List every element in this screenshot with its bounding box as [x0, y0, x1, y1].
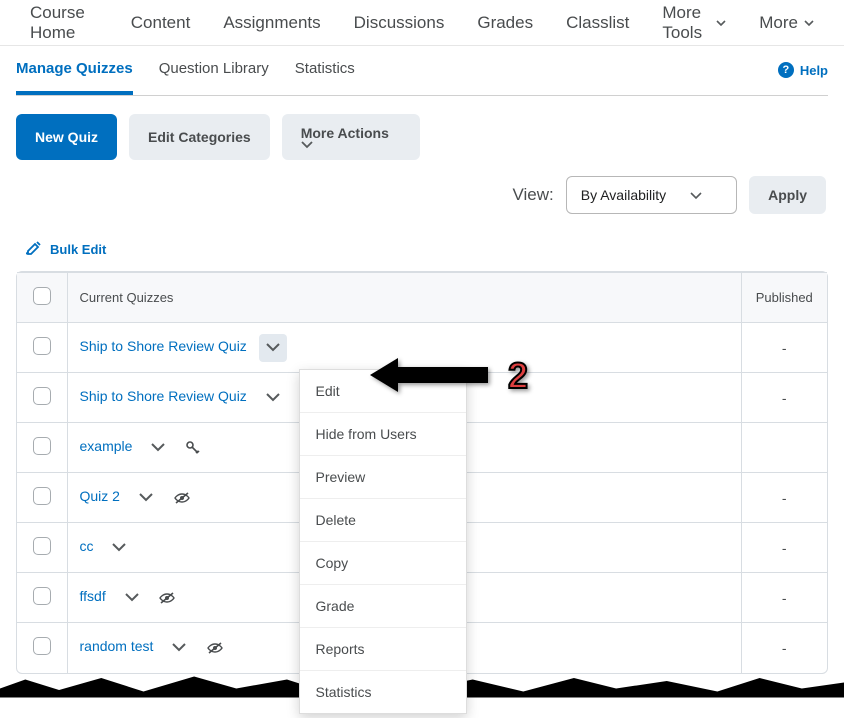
published-cell: -	[741, 473, 827, 523]
chevron-down-icon	[301, 141, 401, 149]
tab-manage-quizzes[interactable]: Manage Quizzes	[16, 60, 133, 95]
top-nav: Course Home Content Assignments Discussi…	[0, 0, 844, 46]
more-actions-button[interactable]: More Actions	[282, 114, 420, 160]
menu-reports[interactable]: Reports	[300, 628, 466, 671]
view-label: View:	[513, 185, 554, 205]
chevron-down-icon	[804, 20, 814, 26]
menu-delete[interactable]: Delete	[300, 499, 466, 542]
nav-classlist[interactable]: Classlist	[552, 0, 643, 45]
published-cell: -	[741, 323, 827, 373]
view-row: View: By Availability Apply	[0, 170, 844, 230]
row-checkbox[interactable]	[33, 387, 51, 405]
action-row: New Quiz Edit Categories More Actions	[0, 96, 844, 170]
apply-button[interactable]: Apply	[749, 176, 826, 214]
row-actions-toggle[interactable]	[144, 434, 172, 462]
row-actions-toggle[interactable]	[165, 634, 193, 662]
quiz-link[interactable]: Quiz 2	[80, 488, 120, 504]
nav-more[interactable]: More	[745, 0, 828, 45]
row-actions-toggle[interactable]	[259, 384, 287, 412]
nav-assignments[interactable]: Assignments	[209, 0, 334, 45]
quiz-table: Current Quizzes Published Ship to Shore …	[16, 271, 828, 674]
edit-categories-button[interactable]: Edit Categories	[129, 114, 270, 160]
published-cell: -	[741, 623, 827, 673]
row-actions-toggle[interactable]	[118, 584, 146, 612]
chevron-down-icon	[690, 187, 702, 203]
select-all-checkbox[interactable]	[33, 287, 51, 305]
quiz-link[interactable]: Ship to Shore Review Quiz	[80, 338, 247, 354]
view-select[interactable]: By Availability	[566, 176, 737, 214]
menu-hide-from-users[interactable]: Hide from Users	[300, 413, 466, 456]
nav-content[interactable]: Content	[117, 0, 205, 45]
tab-statistics[interactable]: Statistics	[295, 60, 355, 95]
quiz-link[interactable]: example	[80, 438, 133, 454]
table-row: Ship to Shore Review Quiz Edit Hide from…	[17, 323, 827, 373]
quiz-link[interactable]: Ship to Shore Review Quiz	[80, 388, 247, 404]
sub-nav: Manage Quizzes Question Library Statisti…	[16, 60, 355, 95]
menu-copy[interactable]: Copy	[300, 542, 466, 585]
nav-discussions[interactable]: Discussions	[340, 0, 459, 45]
column-header-name: Current Quizzes	[67, 273, 741, 323]
key-icon	[186, 441, 200, 455]
new-quiz-button[interactable]: New Quiz	[16, 114, 117, 160]
help-link[interactable]: ? Help	[778, 60, 828, 78]
row-actions-menu: Edit Hide from Users Preview Delete Copy…	[299, 369, 467, 714]
row-actions-toggle[interactable]	[259, 334, 287, 362]
row-checkbox[interactable]	[33, 637, 51, 655]
eye-slash-icon	[174, 492, 190, 504]
row-checkbox[interactable]	[33, 487, 51, 505]
row-checkbox[interactable]	[33, 437, 51, 455]
published-cell: -	[741, 573, 827, 623]
published-cell: -	[741, 523, 827, 573]
quiz-link[interactable]: ffsdf	[80, 588, 106, 604]
published-cell: -	[741, 373, 827, 423]
row-checkbox[interactable]	[33, 337, 51, 355]
quiz-link[interactable]: random test	[80, 638, 154, 654]
nav-grades[interactable]: Grades	[463, 0, 547, 45]
help-icon: ?	[778, 62, 794, 78]
pencil-icon	[26, 240, 42, 259]
row-actions-toggle[interactable]	[132, 484, 160, 512]
eye-slash-icon	[159, 592, 175, 604]
published-cell	[741, 423, 827, 473]
row-actions-toggle[interactable]	[105, 534, 133, 562]
column-header-published: Published	[741, 273, 827, 323]
menu-edit[interactable]: Edit	[300, 370, 466, 413]
chevron-down-icon	[716, 20, 726, 26]
eye-slash-icon	[207, 642, 223, 654]
nav-more-tools[interactable]: More Tools	[648, 0, 740, 45]
quiz-link[interactable]: cc	[80, 538, 94, 554]
tab-question-library[interactable]: Question Library	[159, 60, 269, 95]
row-checkbox[interactable]	[33, 537, 51, 555]
menu-grade[interactable]: Grade	[300, 585, 466, 628]
nav-course-home[interactable]: Course Home	[16, 0, 112, 45]
row-checkbox[interactable]	[33, 587, 51, 605]
bulk-edit-link[interactable]: Bulk Edit	[0, 230, 132, 271]
menu-preview[interactable]: Preview	[300, 456, 466, 499]
menu-statistics[interactable]: Statistics	[300, 671, 466, 713]
